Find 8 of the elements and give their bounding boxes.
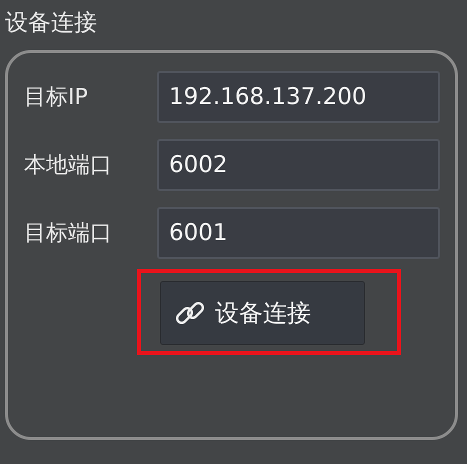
input-field[interactable]: 6001 bbox=[157, 207, 440, 259]
field-label: 目标IP bbox=[24, 84, 89, 112]
section-title: 设备连接 bbox=[5, 9, 97, 38]
field-label: 目标端口 bbox=[24, 220, 113, 248]
connect-button[interactable]: 设备连接 bbox=[160, 281, 365, 345]
input-field[interactable]: 6002 bbox=[157, 139, 440, 191]
input-field[interactable]: 192.168.137.200 bbox=[157, 71, 440, 123]
field-label: 本地端口 bbox=[24, 152, 113, 180]
